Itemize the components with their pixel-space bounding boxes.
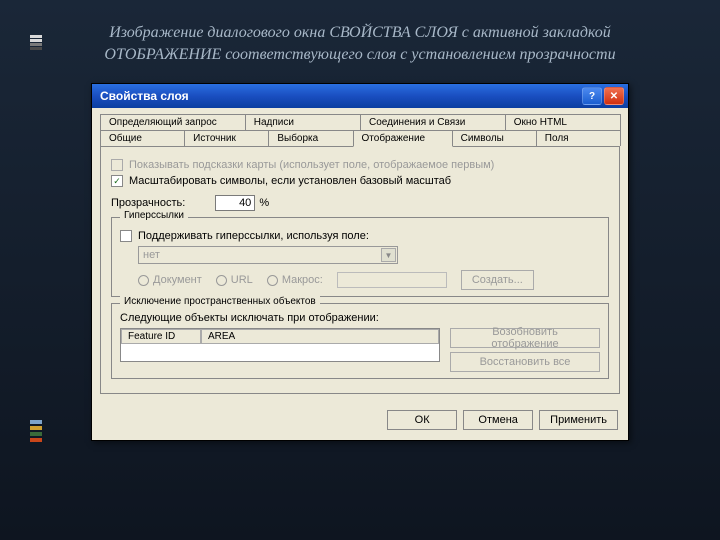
apply-button[interactable]: Применить: [539, 410, 618, 430]
show-map-tips-label: Показывать подсказки карты (использует п…: [129, 159, 494, 171]
cancel-button[interactable]: Отмена: [463, 410, 533, 430]
col-area: AREA: [201, 329, 439, 344]
ok-button[interactable]: ОК: [387, 410, 457, 430]
tab-html[interactable]: Окно HTML: [505, 114, 621, 130]
tab-display[interactable]: Отображение: [353, 130, 453, 147]
radio-macro: [267, 275, 278, 286]
chevron-down-icon: ▼: [381, 248, 396, 262]
slide-caption: Изображение диалогового окна СВОЙСТВА СЛ…: [0, 0, 720, 75]
display-tab-panel: Показывать подсказки карты (использует п…: [100, 146, 620, 394]
transparency-label: Прозрачность:: [111, 197, 185, 209]
col-feature-id: Feature ID: [121, 329, 201, 344]
support-hyperlinks-checkbox[interactable]: [120, 230, 132, 242]
hyperlink-field-select: нет ▼: [138, 246, 398, 264]
hyperlinks-title: Гиперссылки: [120, 210, 188, 221]
window-title: Свойства слоя: [100, 89, 582, 103]
decorative-stripes-top: [30, 35, 42, 51]
create-macro-button: Создать...: [461, 270, 534, 290]
tab-selection[interactable]: Выборка: [268, 130, 353, 146]
tab-source[interactable]: Источник: [184, 130, 269, 146]
scale-symbols-label: Масштабировать символы, если установлен …: [129, 175, 451, 187]
tab-general[interactable]: Общие: [100, 130, 185, 146]
macro-input: [337, 272, 447, 288]
radio-url: [216, 275, 227, 286]
radio-document: [138, 275, 149, 286]
restore-all-button: Восстановить все: [450, 352, 600, 372]
exclusion-subtitle: Следующие объекты исключать при отображе…: [120, 312, 600, 324]
tabs-row-2: Общие Источник Выборка Отображение Симво…: [100, 130, 620, 146]
restore-display-button: Возобновить отображение: [450, 328, 600, 348]
titlebar: Свойства слоя ? ✕: [92, 84, 628, 108]
support-hyperlinks-label: Поддерживать гиперссылки, используя поле…: [138, 230, 369, 242]
transparency-unit: %: [259, 197, 269, 209]
show-map-tips-checkbox: [111, 159, 123, 171]
scale-symbols-checkbox[interactable]: ✓: [111, 175, 123, 187]
exclusion-group: Исключение пространственных объектов Сле…: [111, 303, 609, 379]
exclusion-list[interactable]: Feature ID AREA: [120, 328, 440, 362]
hyperlinks-group: Гиперссылки Поддерживать гиперссылки, ис…: [111, 217, 609, 297]
tab-symbology[interactable]: Символы: [452, 130, 537, 146]
tabs-row-1: Определяющий запрос Надписи Соединения и…: [100, 114, 620, 130]
layer-properties-dialog: Свойства слоя ? ✕ Определяющий запрос На…: [91, 83, 629, 441]
exclusion-title: Исключение пространственных объектов: [120, 296, 320, 307]
tab-query[interactable]: Определяющий запрос: [100, 114, 246, 130]
help-button[interactable]: ?: [582, 87, 602, 105]
tab-labels[interactable]: Надписи: [245, 114, 361, 130]
decorative-stripes-bottom: [30, 420, 42, 442]
hyperlink-field-value: нет: [143, 249, 160, 261]
tab-fields[interactable]: Поля: [536, 130, 621, 146]
dialog-button-row: ОК Отмена Применить: [92, 402, 628, 440]
transparency-input[interactable]: [215, 195, 255, 211]
tab-joins[interactable]: Соединения и Связи: [360, 114, 506, 130]
close-button[interactable]: ✕: [604, 87, 624, 105]
